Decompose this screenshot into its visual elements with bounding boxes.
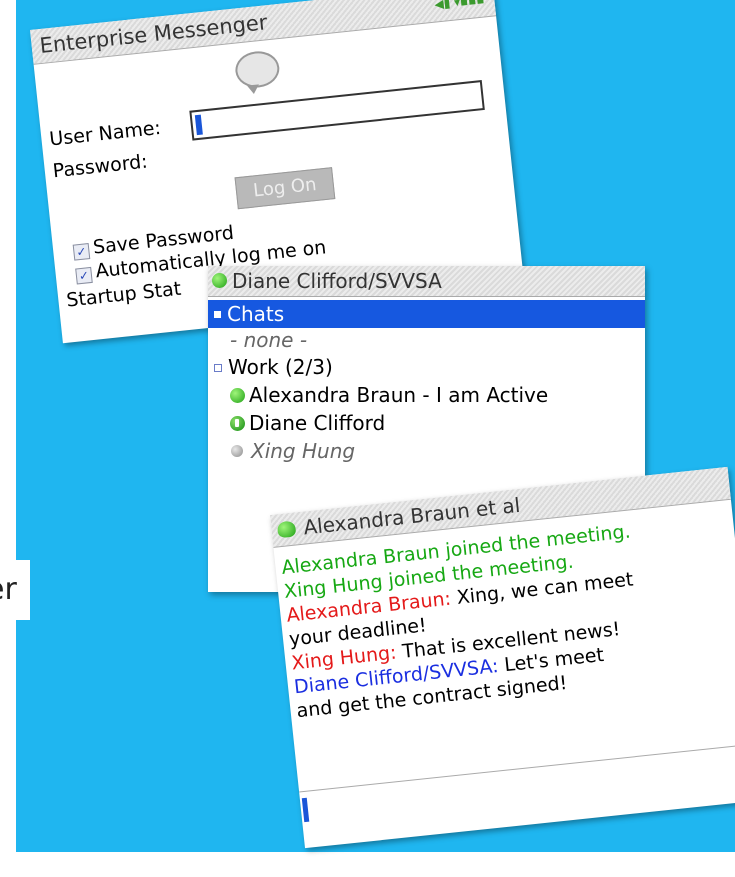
active-status-icon <box>230 387 245 403</box>
messenger-logo-icon <box>233 49 282 90</box>
contact-diane-clifford[interactable]: Diane Clifford <box>208 409 645 437</box>
chat-screen: Alexandra Braun et al Alexandra Braun jo… <box>270 466 735 849</box>
offline-status-icon <box>231 445 243 457</box>
cropped-text: er <box>0 560 30 620</box>
status-icons: ◀▮ ▾▪▪▪ <box>433 0 486 12</box>
chat-status-icon <box>276 520 297 539</box>
collapse-icon <box>214 311 221 318</box>
password-label: Password: <box>51 150 149 183</box>
user-name-label: User Name: <box>48 116 162 151</box>
collapse-icon <box>214 363 222 372</box>
message-divider <box>299 743 735 793</box>
mobile-status-icon <box>230 415 245 431</box>
contact-xing-hung[interactable]: Xing Hung <box>208 437 645 465</box>
contact-alexandra-braun[interactable]: Alexandra Braun - I am Active <box>208 381 645 409</box>
chats-empty-item: - none - <box>230 328 308 352</box>
log-on-button[interactable]: Log On <box>234 167 336 210</box>
group-work[interactable]: Work (2/3) <box>208 353 645 381</box>
user-name-input[interactable] <box>189 80 485 141</box>
user-name-title: Diane Clifford/SVVSA <box>232 269 442 293</box>
auto-logon-checkbox[interactable]: ✓ <box>75 266 93 285</box>
contact-list-titlebar: Diane Clifford/SVVSA <box>208 266 645 297</box>
save-password-checkbox[interactable]: ✓ <box>72 243 91 261</box>
message-input[interactable] <box>301 797 310 823</box>
group-chats[interactable]: Chats <box>208 300 645 328</box>
user-status-icon <box>212 273 227 288</box>
